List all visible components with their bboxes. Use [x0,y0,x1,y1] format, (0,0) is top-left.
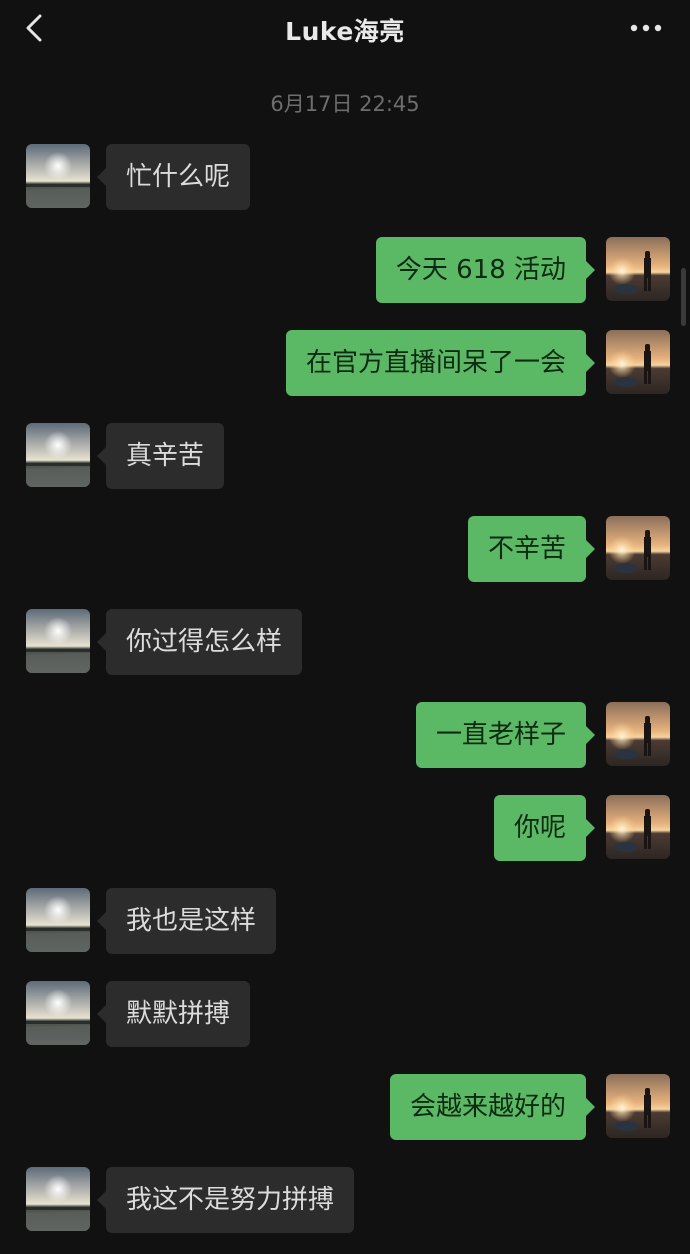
avatar-contact[interactable] [26,981,90,1045]
message-bubble[interactable]: 不辛苦 [467,516,596,582]
avatar-contact[interactable] [26,423,90,487]
message-received: 我这不是努力拼搏 [0,1167,690,1233]
message-received: 我也是这样 [0,888,690,954]
message-sent: 今天 618 活动 [0,237,690,303]
avatar-contact[interactable] [26,1167,90,1231]
message-bubble[interactable]: 忙什么呢 [96,144,251,210]
avatar-self[interactable] [606,795,670,859]
message-bubble[interactable]: 你呢 [493,795,596,861]
message-bubble[interactable]: 我也是这样 [96,888,277,954]
avatar-self[interactable] [606,516,670,580]
avatar-self[interactable] [606,330,670,394]
chat-title: Luke海亮 [285,17,405,46]
chat-timestamp: 6月17日 22:45 [270,92,420,116]
message-bubble[interactable]: 今天 618 活动 [375,237,596,303]
avatar-self[interactable] [606,237,670,301]
message-received: 真辛苦 [0,423,690,489]
message-received: 忙什么呢 [0,144,690,210]
message-bubble[interactable]: 你过得怎么样 [96,609,303,675]
message-bubble[interactable]: 一直老样子 [415,702,596,768]
nav-bar: Luke海亮 [0,0,690,60]
message-bubble[interactable]: 会越来越好的 [389,1074,596,1140]
message-bubble[interactable]: 在官方直播间呆了一会 [285,330,596,396]
avatar-contact[interactable] [26,888,90,952]
avatar-contact[interactable] [26,144,90,208]
message-received: 默默拼搏 [0,981,690,1047]
avatar-self[interactable] [606,702,670,766]
avatar-self[interactable] [606,1074,670,1138]
message-received: 你过得怎么样 [0,609,690,675]
message-sent: 你呢 [0,795,690,861]
message-sent: 不辛苦 [0,516,690,582]
message-bubble[interactable]: 真辛苦 [96,423,225,489]
message-bubble[interactable]: 我这不是努力拼搏 [96,1167,355,1233]
more-dots-icon[interactable] [628,14,664,42]
message-sent: 在官方直播间呆了一会 [0,330,690,396]
avatar-contact[interactable] [26,609,90,673]
message-sent: 会越来越好的 [0,1074,690,1140]
message-bubble[interactable]: 默默拼搏 [96,981,251,1047]
scrollbar[interactable] [681,268,686,326]
message-sent: 一直老样子 [0,702,690,768]
